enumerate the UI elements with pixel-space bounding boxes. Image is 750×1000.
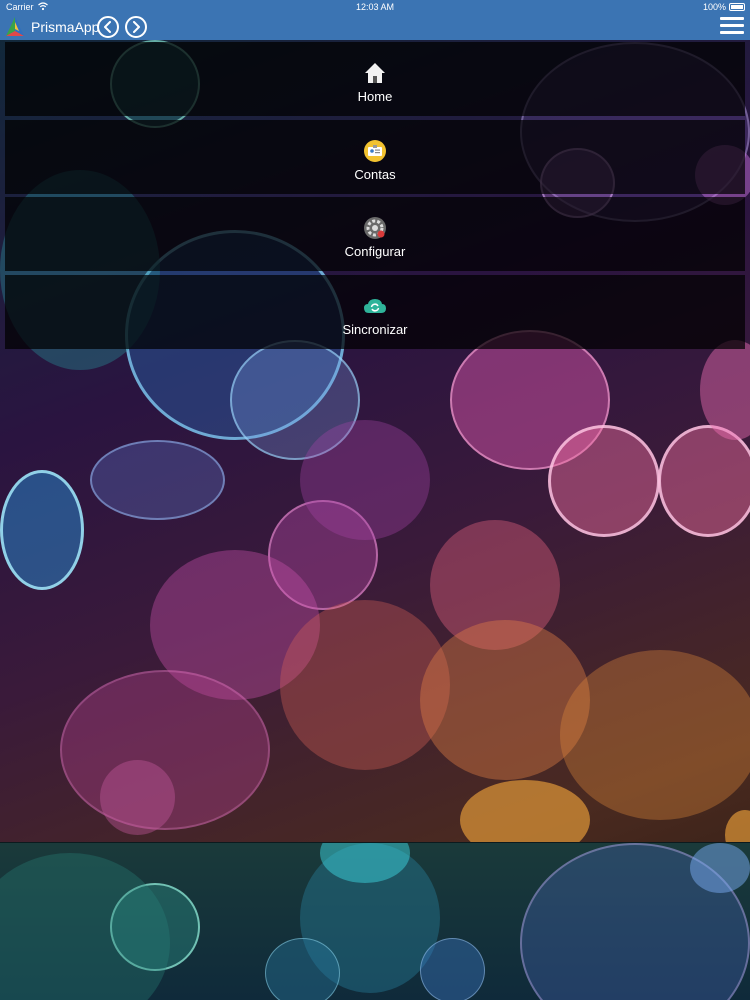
- cloud-sync-icon: [363, 294, 387, 318]
- prisma-logo-icon: [6, 17, 24, 36]
- menu-item-configurar[interactable]: Configurar: [5, 197, 745, 271]
- chevron-left-icon: [104, 21, 111, 33]
- menu-item-label: Contas: [354, 166, 396, 182]
- hamburger-menu-button[interactable]: [720, 17, 744, 37]
- home-icon: [363, 61, 387, 85]
- back-button[interactable]: [97, 16, 119, 38]
- nav-bar: PrismaApp: [0, 14, 750, 40]
- forward-button[interactable]: [125, 16, 147, 38]
- status-time: 12:03 AM: [355, 2, 395, 12]
- menu-item-label: Configurar: [344, 244, 406, 259]
- menu-item-contas[interactable]: Contas: [5, 119, 745, 194]
- app-title: PrismaApp: [31, 19, 100, 35]
- menu-item-label: Sincronizar: [342, 321, 408, 337]
- chevron-right-icon: [133, 21, 140, 33]
- bokeh-background-lower: [0, 842, 750, 1000]
- id-card-icon: [363, 139, 387, 163]
- main-menu: Home Contas Configurar Sincronizar: [5, 42, 745, 352]
- status-bar: Carrier 12:03 AM 100%: [0, 0, 750, 14]
- menu-item-sincronizar[interactable]: Sincronizar: [5, 274, 745, 349]
- gear-icon: [363, 216, 387, 240]
- battery-percent: 100%: [702, 2, 726, 12]
- menu-item-home[interactable]: Home: [5, 42, 745, 116]
- battery-icon: [729, 3, 745, 11]
- hamburger-icon: [720, 17, 744, 20]
- menu-item-label: Home: [357, 89, 393, 104]
